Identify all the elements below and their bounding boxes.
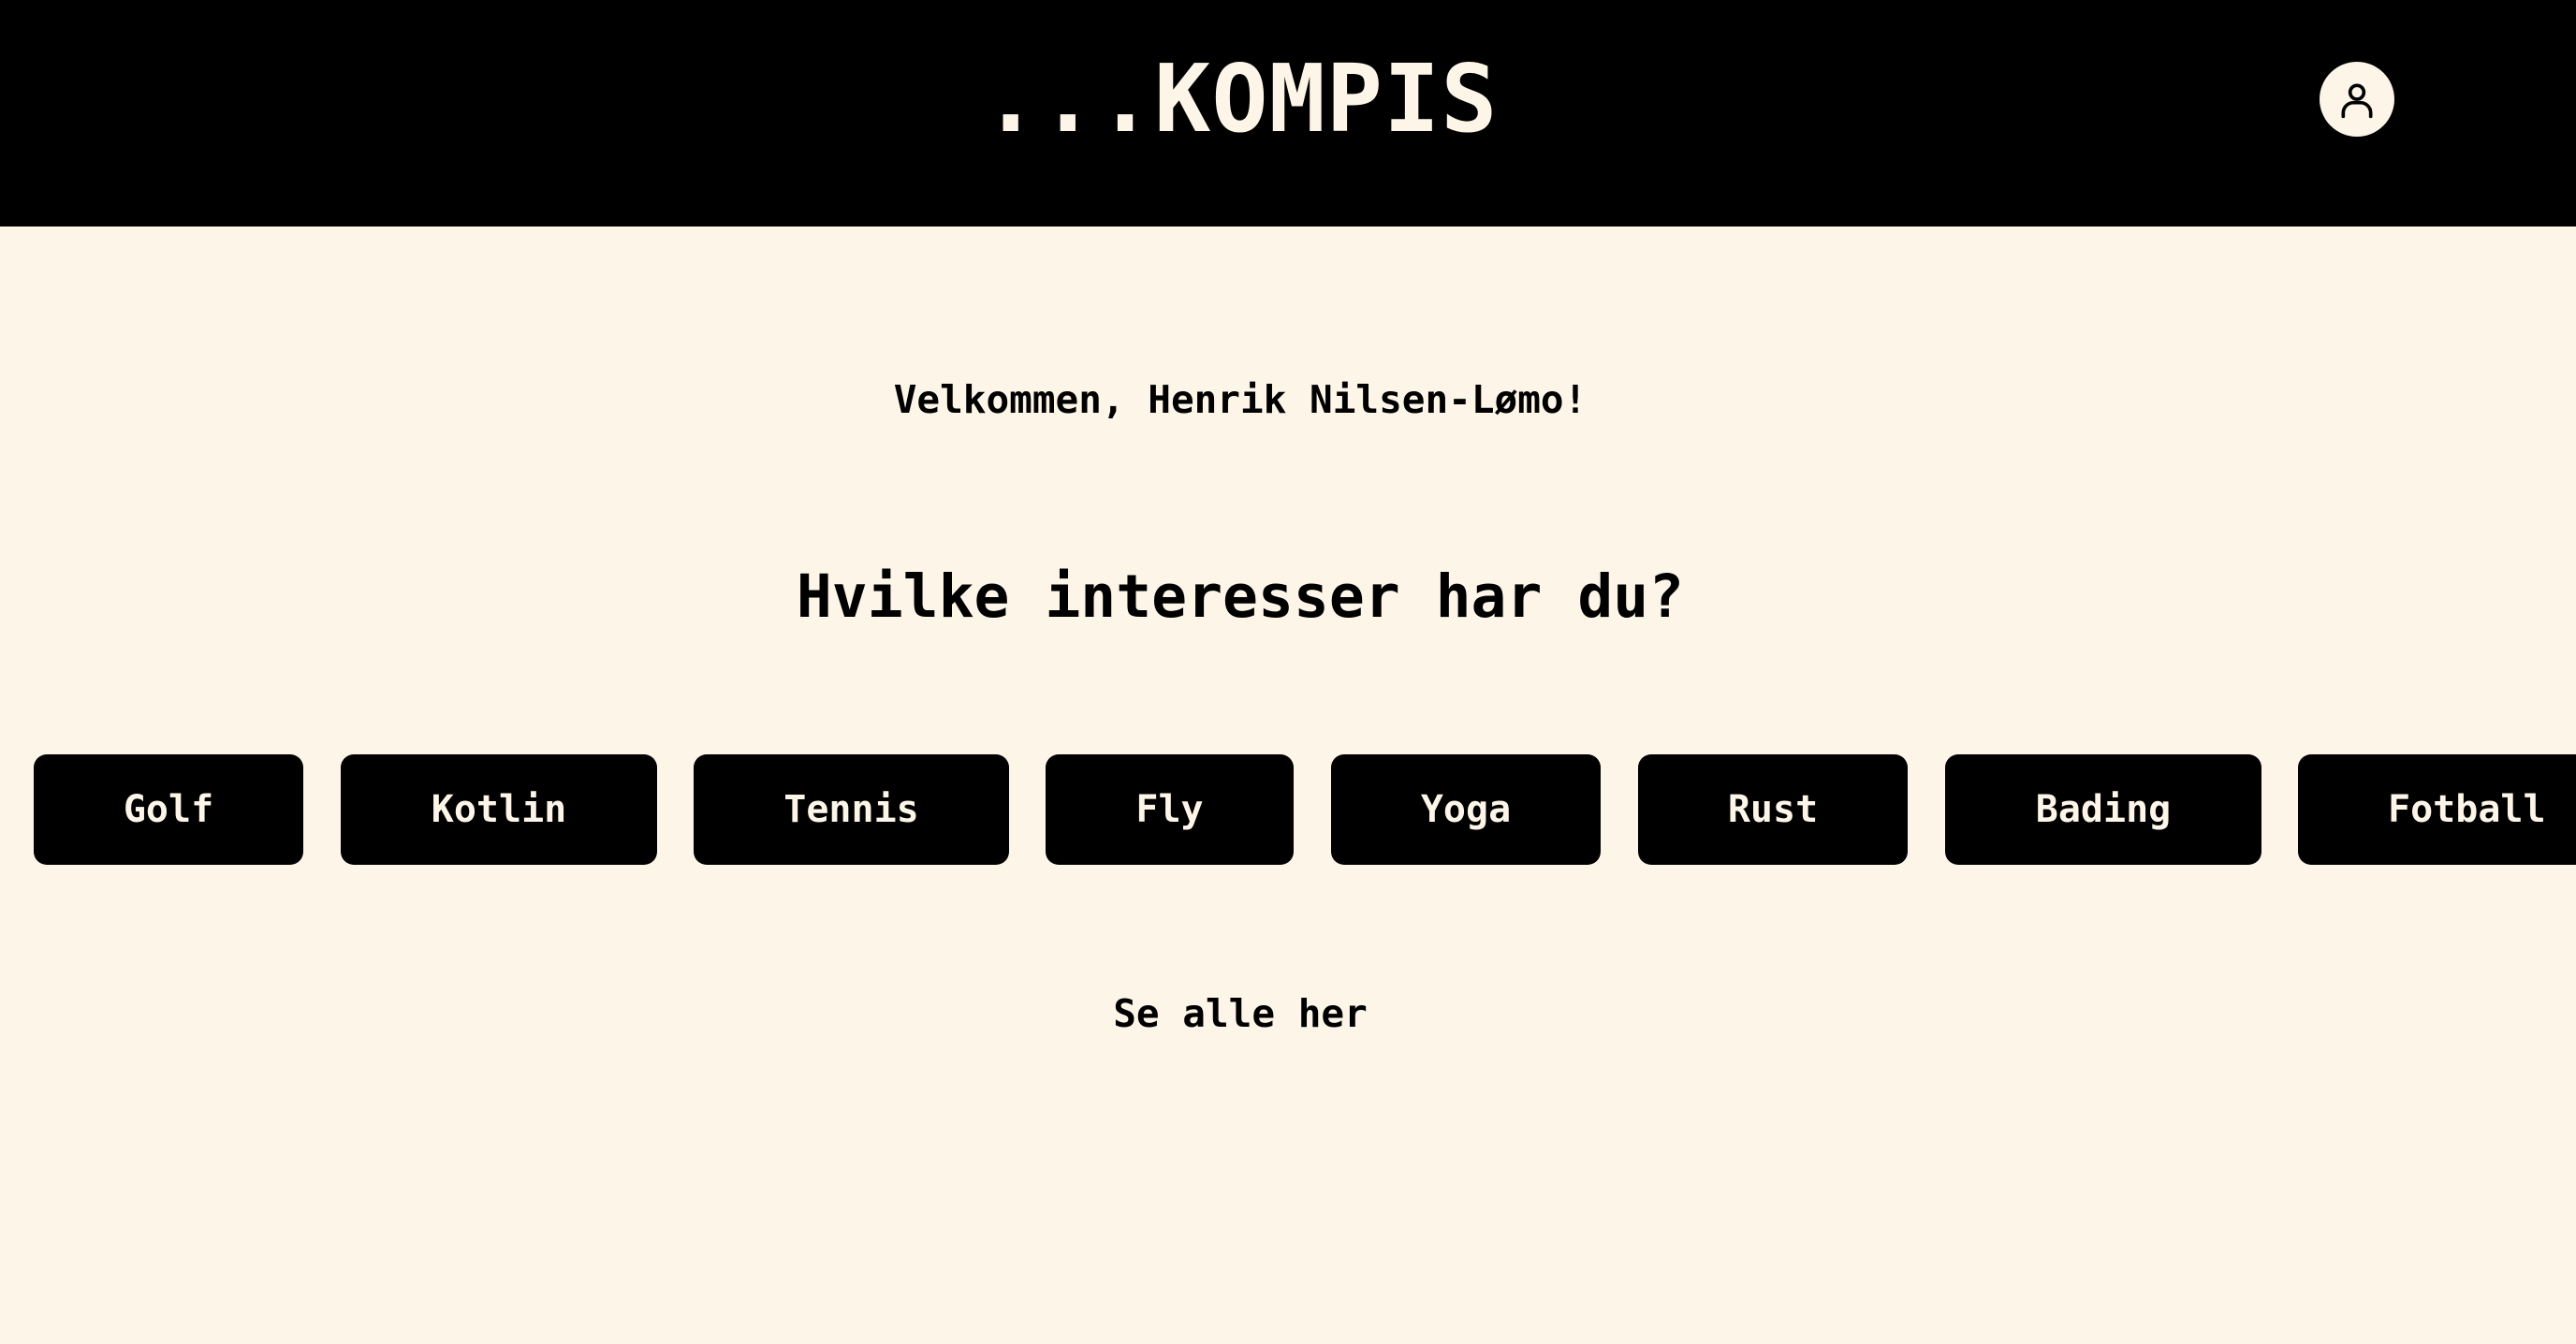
app-logo[interactable]: ...KOMPIS <box>0 45 2481 153</box>
interest-chip-fotball[interactable]: Fotball <box>2298 754 2576 865</box>
main-content: Velkommen, Henrik Nilsen-Lømo! Hvilke in… <box>0 226 2576 1344</box>
interest-chip-bading[interactable]: Bading <box>1945 754 2261 865</box>
interest-chip-rust[interactable]: Rust <box>1638 754 1908 865</box>
interest-chip-fly[interactable]: Fly <box>1046 754 1294 865</box>
interest-chip-yoga[interactable]: Yoga <box>1331 754 1601 865</box>
welcome-message: Velkommen, Henrik Nilsen-Lømo! <box>893 377 1588 422</box>
top-header: ...KOMPIS <box>0 0 2576 226</box>
interests-heading: Hvilke interesser har du? <box>796 562 1685 631</box>
user-icon <box>2336 79 2378 120</box>
interest-chip-kotlin[interactable]: Kotlin <box>341 754 657 865</box>
interest-chip-tennis[interactable]: Tennis <box>694 754 1009 865</box>
profile-button[interactable] <box>2320 62 2394 137</box>
interest-chip-golf[interactable]: Golf <box>34 754 303 865</box>
see-all-link[interactable]: Se alle her <box>0 990 2481 1037</box>
